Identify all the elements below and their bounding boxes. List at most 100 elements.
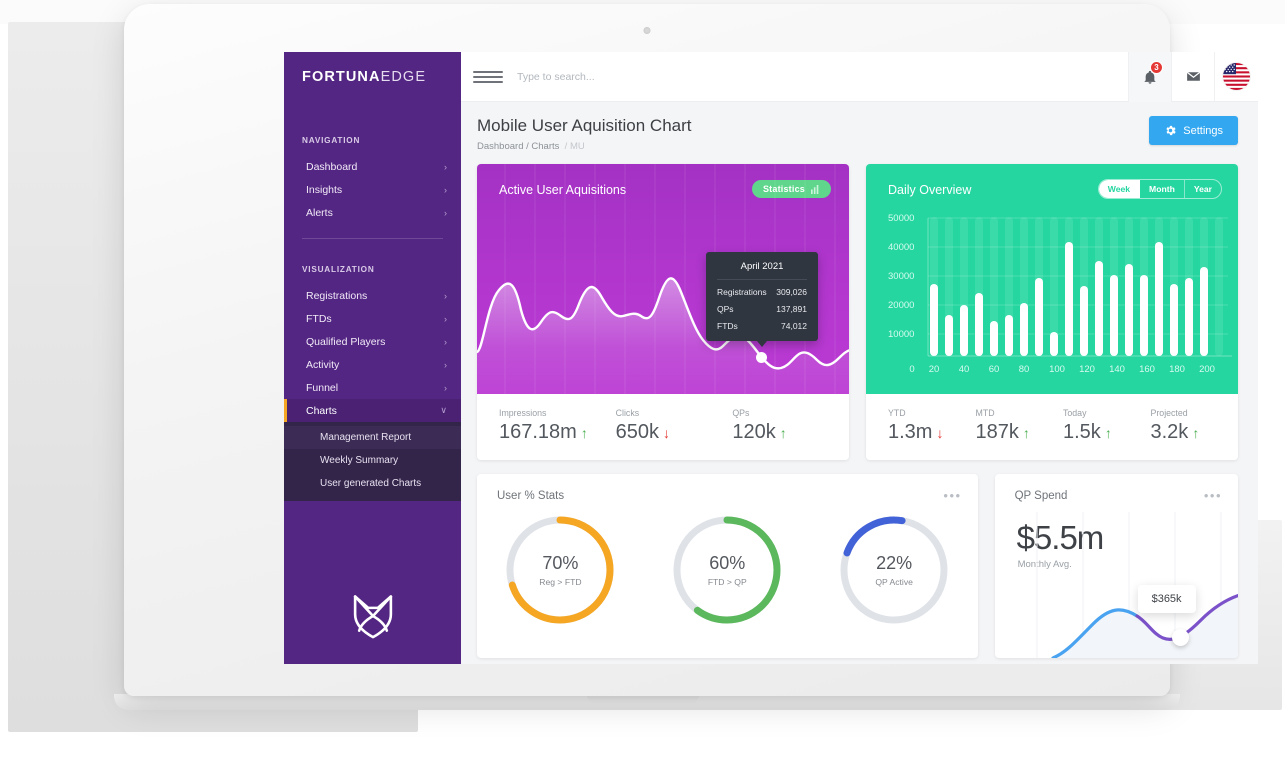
trend-down-icon: ↓ <box>936 425 944 441</box>
brand-logo[interactable]: FORTUNA EDGE <box>284 52 461 102</box>
sidebar-item-label: Charts <box>306 404 337 417</box>
svg-text:60: 60 <box>989 364 1000 375</box>
acquisitions-datapoint-marker[interactable] <box>756 352 767 363</box>
qp-spend-line-chart <box>1036 512 1238 658</box>
tooltip-row-label: QPs <box>717 304 734 314</box>
page-title: Mobile User Aquisition Chart <box>477 116 692 135</box>
donut-label: FTD > QP <box>707 577 747 587</box>
svg-text:40000: 40000 <box>888 242 914 253</box>
sidebar-item-label: Qualified Players <box>306 335 386 348</box>
sidebar-item-activity[interactable]: Activity › <box>284 353 461 376</box>
sidebar-item-insights[interactable]: Insights › <box>284 178 461 201</box>
sidebar-subitem-label: Management Report <box>320 432 412 443</box>
sidebar-subitem-weekly-summary[interactable]: Weekly Summary <box>284 449 461 472</box>
stat-value: 3.2k <box>1150 421 1189 443</box>
stat-label: Projected <box>1150 408 1188 418</box>
qp-spend-datapoint-marker[interactable] <box>1171 629 1189 646</box>
sidebar-subitem-label: User generated Charts <box>320 478 422 489</box>
sidebar-item-dashboard[interactable]: Dashboard › <box>284 155 461 178</box>
sidebar-item-label: Funnel <box>306 381 339 394</box>
sidebar-item-qualified-players[interactable]: Qualified Players › <box>284 330 461 353</box>
trend-up-icon: ↑ <box>779 425 787 441</box>
sidebar-item-alerts[interactable]: Alerts › <box>284 201 461 224</box>
stat-label: YTD <box>888 408 906 418</box>
fox-logo-wrap <box>284 590 461 642</box>
donut-ftd-to-qp: 60% FTD > QP <box>668 511 786 629</box>
breadcrumb-current-label: MU <box>569 141 585 152</box>
svg-text:140: 140 <box>1109 364 1125 375</box>
messages-button[interactable] <box>1171 52 1214 102</box>
stat-value-wrap: 650k ↓ <box>616 421 733 444</box>
user-stats-card: User % Stats ••• 70% Reg > FTD 60% FTD >… <box>477 474 978 658</box>
chevron-right-icon: › <box>444 336 447 347</box>
svg-text:160: 160 <box>1139 364 1155 375</box>
donut-group: 70% Reg > FTD 60% FTD > QP 22% QP Active <box>477 511 978 629</box>
stat-ytd: YTD 1.3m ↓ <box>888 408 976 444</box>
daily-overview-stats-strip: YTD 1.3m ↓ MTD 187k ↑ Today 1.5k ↑ Proje… <box>866 394 1238 460</box>
stat-value-wrap: 3.2k ↑ <box>1151 421 1239 444</box>
stat-projected: Projected 3.2k ↑ <box>1151 408 1239 444</box>
notification-badge: 3 <box>1150 60 1163 74</box>
more-horizontal-icon[interactable]: ••• <box>943 488 961 503</box>
user-stats-title: User % Stats <box>497 489 565 502</box>
hamburger-icon[interactable] <box>473 70 503 83</box>
svg-text:20: 20 <box>929 364 940 375</box>
chevron-right-icon: › <box>444 184 447 195</box>
qp-spend-tooltip: $365k <box>1137 585 1196 613</box>
stat-value: 1.3m <box>888 421 933 443</box>
svg-text:80: 80 <box>1019 364 1030 375</box>
sidebar-subitem-user-generated-charts[interactable]: User generated Charts <box>284 472 461 495</box>
search-input[interactable] <box>517 52 1128 101</box>
topbar-actions: 3 <box>1128 52 1258 102</box>
breadcrumb: Dashboard / Charts / MU <box>477 141 691 152</box>
profile-avatar-button[interactable] <box>1214 52 1258 102</box>
screenshot-stage: FORTUNA EDGE NAVIGATION Dashboard › Insig… <box>0 0 1285 768</box>
chevron-right-icon: › <box>444 313 447 324</box>
tooltip-row: FTDs 74,012 <box>717 321 807 331</box>
notifications-button[interactable]: 3 <box>1128 52 1171 102</box>
stat-value: 1.5k <box>1063 421 1101 443</box>
sidebar-item-funnel[interactable]: Funnel › <box>284 376 461 399</box>
chevron-right-icon: › <box>444 382 447 393</box>
svg-text:0: 0 <box>909 364 914 375</box>
stat-label: Impressions <box>499 408 547 418</box>
chevron-right-icon: › <box>444 359 447 370</box>
trend-up-icon: ↑ <box>580 425 588 441</box>
breadcrumb-active[interactable]: Dashboard / Charts <box>477 141 559 152</box>
donut-reg-to-ftd: 70% Reg > FTD <box>501 511 619 629</box>
donut-label: QP Active <box>875 577 913 587</box>
qp-spend-card: QP Spend ••• $5.5m Monthly Avg. $365k <box>994 474 1238 658</box>
gear-icon <box>1166 125 1176 136</box>
sidebar-item-charts[interactable]: Charts ∨ <box>284 399 461 422</box>
svg-text:40: 40 <box>959 364 970 375</box>
tooltip-row: Registrations 309,026 <box>717 287 807 297</box>
tooltip-title: April 2021 <box>717 261 807 280</box>
sidebar-item-ftds[interactable]: FTDs › <box>284 307 461 330</box>
tooltip-row-value: 309,026 <box>776 287 807 297</box>
sidebar-subitem-management-report[interactable]: Management Report <box>284 426 461 449</box>
sidebar-divider <box>302 238 443 239</box>
settings-button[interactable]: Settings <box>1149 116 1238 145</box>
page-header: Mobile User Aquisition Chart Dashboard /… <box>461 102 1258 152</box>
daily-overview-card: Daily Overview Week Month Year 50000 4000… <box>866 164 1238 460</box>
topbar: 3 <box>461 52 1258 102</box>
stat-value: 650k <box>615 421 660 443</box>
chevron-right-icon: › <box>444 161 447 172</box>
tooltip-row: QPs 137,891 <box>717 304 807 314</box>
stat-today: Today 1.5k ↑ <box>1063 408 1151 444</box>
trend-up-icon: ↑ <box>1192 425 1200 441</box>
daily-overview-bar-chart: 5000040000 3000020000 10000 0 20 40 60 8… <box>888 213 1232 375</box>
tooltip-row-label: Registrations <box>717 287 767 297</box>
stat-clicks: Clicks 650k ↓ <box>616 408 733 444</box>
stat-value-wrap: 1.3m ↓ <box>888 421 976 444</box>
sidebar-item-registrations[interactable]: Registrations › <box>284 284 461 307</box>
sidebar-item-label: FTDs <box>306 312 332 325</box>
svg-text:20000: 20000 <box>888 300 914 311</box>
page-header-text: Mobile User Aquisition Chart Dashboard /… <box>477 116 691 152</box>
sidebar-submenu-charts: Management Report Weekly Summary User ge… <box>284 422 461 501</box>
qp-spend-tooltip-value: $365k <box>1151 593 1182 605</box>
us-flag-icon <box>1223 63 1250 90</box>
main-content: Mobile User Aquisition Chart Dashboard /… <box>461 102 1258 664</box>
donut-percent: 60% <box>709 553 746 573</box>
active-user-acquisitions-card: Active User Aquisitions Statistics April… <box>477 164 849 460</box>
